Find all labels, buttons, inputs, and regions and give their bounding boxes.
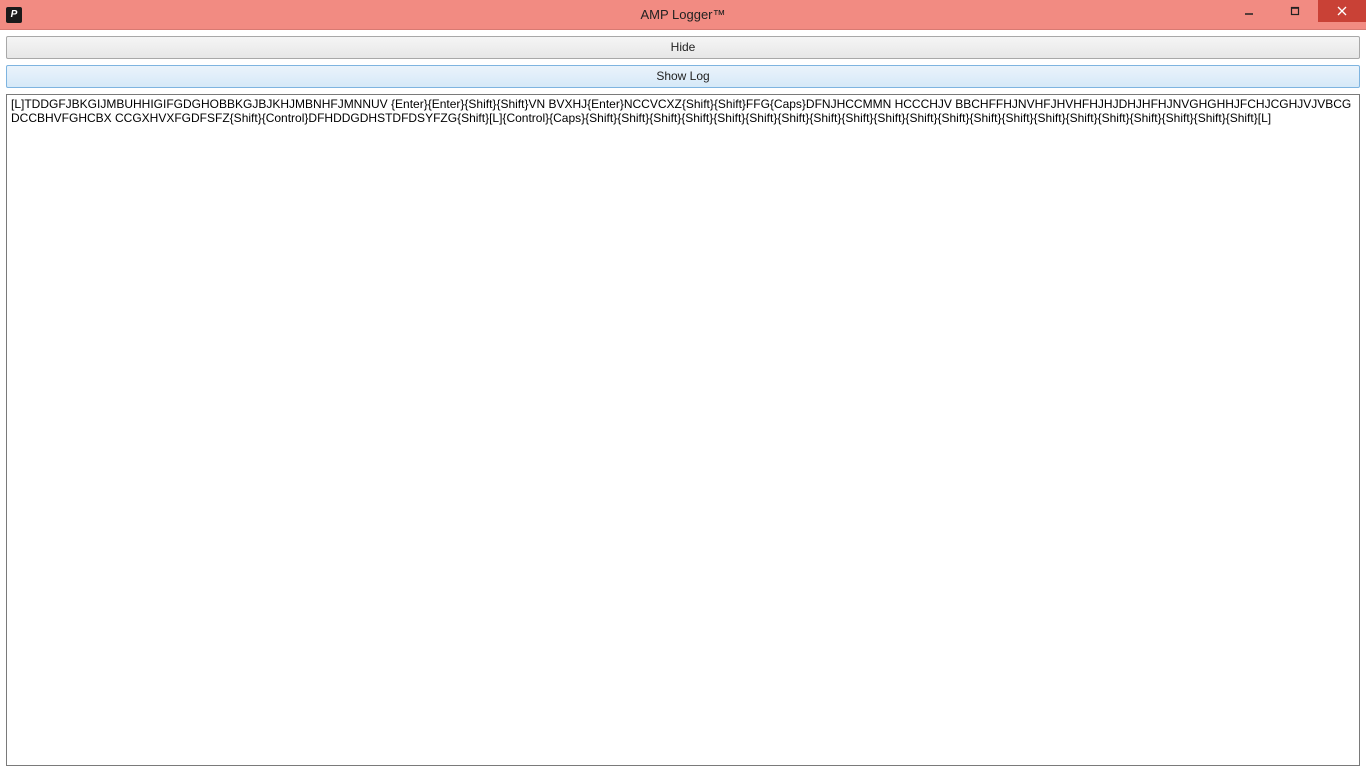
show-log-button[interactable]: Show Log: [6, 65, 1360, 88]
app-icon: P: [6, 7, 22, 23]
maximize-icon: [1290, 6, 1300, 16]
app-icon-glyph: P: [11, 9, 18, 20]
minimize-icon: [1244, 6, 1254, 16]
close-button[interactable]: [1318, 0, 1366, 22]
client-area: Hide Show Log [L]TDDGFJBKGIJMBUHHIGIFGDG…: [0, 30, 1366, 766]
close-icon: [1337, 6, 1347, 16]
window-controls: [1226, 0, 1366, 29]
hide-button[interactable]: Hide: [6, 36, 1360, 59]
log-textarea[interactable]: [L]TDDGFJBKGIJMBUHHIGIFGDGHOBBKGJBJKHJMB…: [6, 94, 1360, 766]
window-title: AMP Logger™: [0, 7, 1366, 22]
titlebar: P AMP Logger™: [0, 0, 1366, 30]
maximize-button[interactable]: [1272, 0, 1318, 22]
minimize-button[interactable]: [1226, 0, 1272, 22]
